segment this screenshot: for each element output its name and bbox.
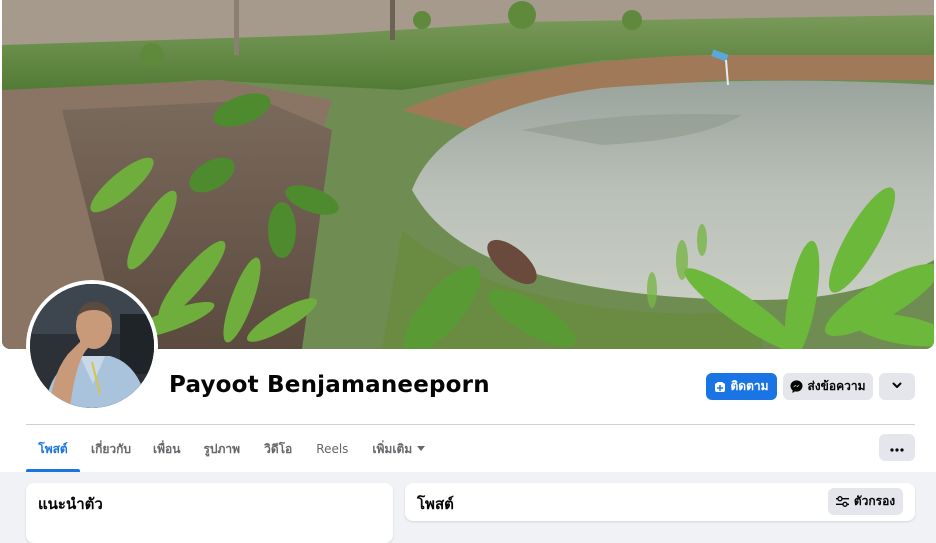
filter-label: ตัวกรอง (853, 494, 896, 508)
tab-photos[interactable]: รูปภาพ (191, 426, 252, 472)
messenger-icon (790, 380, 803, 393)
tab-more-label: เพิ่มเติม (372, 441, 413, 456)
profile-header: Payoot Benjamaneeporn ติดตาม ส่งข้อความ (0, 0, 936, 472)
tab-about-label: เกี่ยวกับ (91, 441, 132, 456)
posts-card: โพสต์ ตัวกรอง (405, 483, 915, 521)
follow-button[interactable]: ติดตาม (706, 373, 777, 400)
tab-more[interactable]: เพิ่มเติม (360, 426, 437, 472)
tab-reels-label: Reels (316, 442, 349, 456)
posts-title: โพสต์ (417, 495, 454, 513)
sliders-icon (835, 496, 849, 507)
message-button[interactable]: ส่งข้อความ (783, 373, 873, 400)
avatar-image (30, 284, 154, 408)
message-label: ส่งข้อความ (807, 379, 866, 393)
follow-label: ติดตาม (730, 379, 769, 393)
profile-avatar[interactable] (30, 284, 154, 408)
ellipsis-icon (890, 439, 904, 457)
user-plus-icon (714, 381, 726, 393)
tab-friends[interactable]: เพื่อน (142, 426, 191, 472)
cover-photo-image (2, 0, 934, 349)
tab-friends-label: เพื่อน (153, 441, 181, 456)
filter-button[interactable]: ตัวกรอง (828, 488, 903, 515)
header-divider (26, 424, 915, 425)
tab-about[interactable]: เกี่ยวกับ (80, 426, 142, 472)
cover-photo[interactable] (2, 0, 934, 349)
profile-name: Payoot Benjamaneeporn (169, 372, 490, 398)
tab-photos-label: รูปภาพ (203, 441, 241, 456)
tab-videos[interactable]: วิดีโอ (252, 426, 304, 472)
intro-card: แนะนำตัว (26, 483, 393, 543)
tab-videos-label: วิดีโอ (264, 441, 293, 456)
profile-more-button[interactable] (879, 373, 915, 400)
intro-title: แนะนำตัว (38, 495, 103, 513)
caret-down-icon (417, 446, 426, 452)
tab-posts-label: โพสต์ (38, 441, 68, 456)
tab-reels[interactable]: Reels (304, 426, 360, 472)
profile-tabs: โพสต์ เกี่ยวกับ เพื่อน รูปภาพ วิดีโอ Ree… (26, 426, 437, 472)
tabs-ellipsis-button[interactable] (879, 434, 915, 461)
tab-posts[interactable]: โพสต์ (26, 426, 80, 472)
chevron-down-icon (891, 379, 903, 394)
